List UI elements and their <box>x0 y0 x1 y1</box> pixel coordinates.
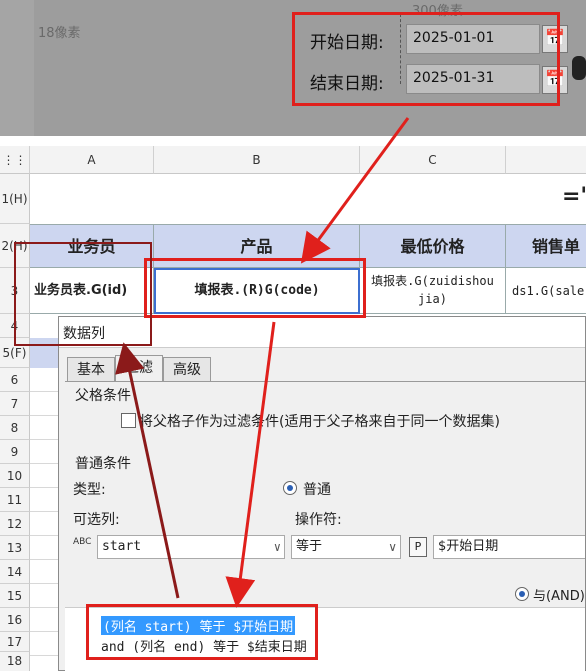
annotation-arrows <box>115 117 410 608</box>
arrow-params-to-cell <box>300 117 410 264</box>
arrow-cell-to-conditions <box>225 321 276 608</box>
arrow-conditions-to-filter-tab <box>115 342 180 599</box>
